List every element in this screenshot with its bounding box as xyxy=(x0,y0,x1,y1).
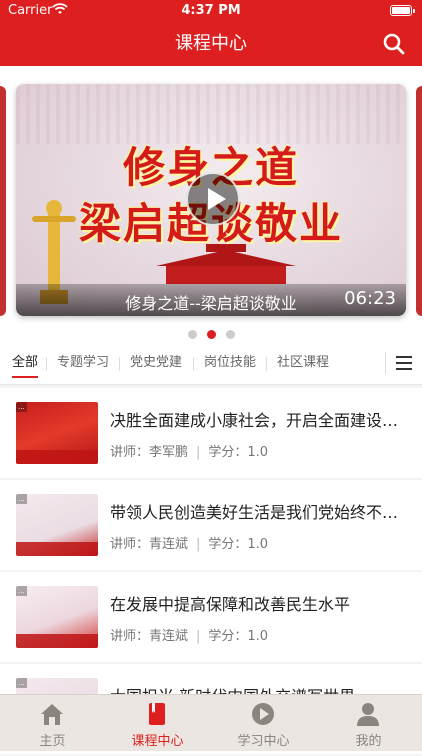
course-thumbnail: ... xyxy=(16,402,98,464)
tab-divider xyxy=(193,357,194,371)
course-credit: 学分：1.0 xyxy=(208,445,269,460)
tab-topic-study[interactable]: 专题学习 xyxy=(57,344,109,382)
course-teacher: 讲师：青连斌 xyxy=(110,537,189,552)
banner-caption-bar: 修身之道--梁启超谈敬业 06:23 xyxy=(16,284,406,316)
tab-divider xyxy=(119,357,120,371)
video-duration: 06:23 xyxy=(344,288,396,309)
banner-slide[interactable]: 修身之道 梁启超谈敬业 修身之道--梁启超谈敬业 06:23 xyxy=(16,84,406,316)
tabbar-learning-center-label: 学习中心 xyxy=(237,734,290,749)
course-teacher: 讲师：青连斌 xyxy=(110,629,189,644)
course-meta: 讲师：青连斌 | 学分：1.0 xyxy=(110,537,269,552)
tabbar-mine[interactable]: 我的 xyxy=(316,695,421,751)
thumbnail-decoration xyxy=(16,542,98,556)
play-button[interactable] xyxy=(186,172,240,226)
tab-all[interactable]: 全部 xyxy=(12,344,39,382)
home-icon xyxy=(41,704,63,725)
nav-bar: 课程中心 xyxy=(0,22,422,66)
thumbnail-decoration xyxy=(16,634,98,648)
tabbar-home-label: 主页 xyxy=(39,734,66,749)
clock: 4:37 PM xyxy=(181,3,241,18)
person-icon xyxy=(357,703,379,726)
course-item[interactable]: ... 带领人民创造美好生活是我们党始终不渝的奋斗目标 讲师：青连斌|学分：1.… xyxy=(0,480,422,570)
course-title: 决胜全面建成小康社会，开启全面建设社会主义现代化国家新征程 xyxy=(110,411,406,430)
course-credit: 学分：1.0 xyxy=(208,537,269,552)
tabbar-mine-label: 我的 xyxy=(355,734,382,749)
book-icon xyxy=(149,703,165,725)
thumbnail-tag: ... xyxy=(16,586,27,596)
course-teacher: 讲师：李军鹏 xyxy=(110,445,189,460)
battery-icon xyxy=(390,5,415,16)
tab-job-skills[interactable]: 岗位技能 xyxy=(204,344,256,382)
course-thumbnail: ... xyxy=(16,586,98,648)
course-thumbnail: ... xyxy=(16,494,98,556)
course-item[interactable]: ... 决胜全面建成小康社会，开启全面建设社会主义现代化国家新征程 讲师：李军鹏… xyxy=(0,388,422,478)
menu-icon[interactable] xyxy=(396,356,412,370)
tabbar-learning-center[interactable]: 学习中心 xyxy=(211,695,316,751)
tabbar-course-center-label: 课程中心 xyxy=(131,734,184,749)
thumbnail-tag: ... xyxy=(16,402,27,412)
tab-divider xyxy=(46,357,47,371)
tab-party-history[interactable]: 党史党建 xyxy=(130,344,182,382)
tabbar-home[interactable]: 主页 xyxy=(0,695,105,751)
course-title: 带领人民创造美好生活是我们党始终不渝的奋斗目标 xyxy=(110,503,406,522)
tab-divider xyxy=(266,357,267,371)
pager-dot-active[interactable] xyxy=(206,330,216,339)
bottom-tab-bar: 主页 课程中心 学习中心 我的 xyxy=(0,694,422,751)
thumbnail-decoration xyxy=(16,450,98,464)
course-title: 在发展中提高保障和改善民生水平 xyxy=(110,595,351,614)
carousel-peek-right[interactable] xyxy=(416,86,422,316)
tabbar-course-center[interactable]: 课程中心 xyxy=(105,695,210,751)
search-icon[interactable] xyxy=(382,32,406,56)
play-circle-icon xyxy=(252,703,274,725)
pager-dot[interactable] xyxy=(187,330,197,339)
course-item[interactable]: ... 在发展中提高保障和改善民生水平 讲师：青连斌 | 学分：1.0 xyxy=(0,572,422,662)
course-credit: 学分：1.0 xyxy=(208,629,269,644)
thumbnail-tag: ... xyxy=(16,494,27,504)
thumbnail-tag: ... xyxy=(16,678,27,688)
tab-community[interactable]: 社区课程 xyxy=(277,344,329,382)
page-title: 课程中心 xyxy=(175,33,247,54)
status-bar: Carrier 4:37 PM xyxy=(0,0,422,22)
category-tabs: 全部 专题学习 党史党建 岗位技能 社区课程 xyxy=(0,344,422,385)
pager-dot[interactable] xyxy=(225,330,235,339)
course-meta: 讲师：青连斌 | 学分：1.0 xyxy=(110,629,269,644)
course-meta: 讲师：李军鹏 | 学分：1.0 xyxy=(110,445,269,460)
menu-divider xyxy=(385,352,386,374)
carousel-pager xyxy=(0,324,422,343)
banner-carousel: 修身之道 梁启超谈敬业 修身之道--梁启超谈敬业 06:23 xyxy=(0,66,422,344)
carousel-peek-left[interactable] xyxy=(0,86,6,316)
